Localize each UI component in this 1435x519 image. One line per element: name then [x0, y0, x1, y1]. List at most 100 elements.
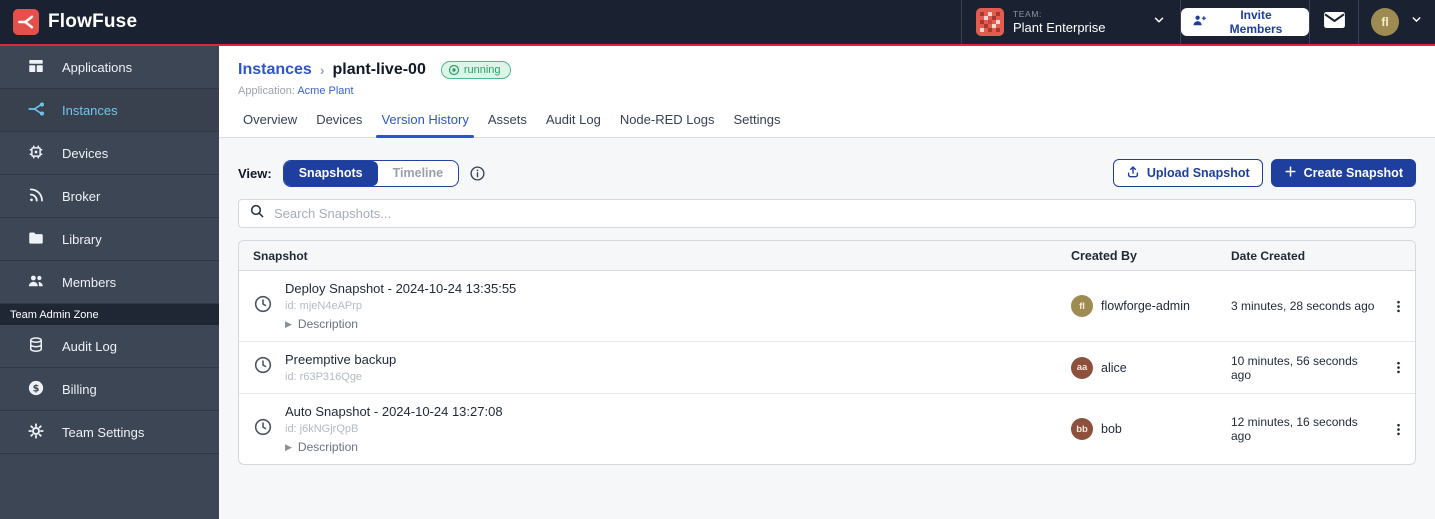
description-toggle[interactable]: ▶ Description: [285, 317, 516, 331]
gear-icon: [27, 422, 45, 443]
team-admin-zone-label: Team Admin Zone: [0, 304, 219, 325]
chevron-down-icon: [1152, 13, 1166, 32]
snapshot-title: Auto Snapshot - 2024-10-24 13:27:08: [285, 404, 503, 419]
chevron-down-icon: [1410, 13, 1423, 31]
sidebar-item-label: Instances: [62, 103, 118, 118]
avatar: bb: [1071, 418, 1093, 440]
creator-name: bob: [1101, 422, 1122, 436]
row-menu-button[interactable]: [1387, 418, 1410, 441]
create-snapshot-label: Create Snapshot: [1304, 166, 1403, 180]
application-link[interactable]: Acme Plant: [297, 85, 353, 97]
description-label: Description: [298, 317, 358, 331]
creator-name: alice: [1101, 361, 1127, 375]
tab-audit-log[interactable]: Audit Log: [541, 112, 606, 137]
search-input[interactable]: [274, 206, 1405, 221]
folder-icon: [27, 229, 45, 250]
sidebar-item-broker[interactable]: Broker: [0, 175, 219, 218]
search-snapshots: [238, 199, 1416, 228]
sidebar-filler: [0, 454, 219, 519]
sidebar-item-applications[interactable]: Applications: [0, 46, 219, 89]
sidebar-item-label: Broker: [62, 189, 100, 204]
sidebar-item-members[interactable]: Members: [0, 261, 219, 304]
table-row[interactable]: Auto Snapshot - 2024-10-24 13:27:08 id: …: [239, 394, 1415, 464]
table-row[interactable]: Preemptive backup id: r63P316Qge aa alic…: [239, 342, 1415, 394]
tab-devices[interactable]: Devices: [311, 112, 367, 137]
toggle-timeline[interactable]: Timeline: [378, 161, 458, 186]
sidebar-item-audit-log[interactable]: Audit Log: [0, 325, 219, 368]
column-header-date-created: Date Created: [1231, 249, 1381, 263]
upload-snapshot-button[interactable]: Upload Snapshot: [1113, 159, 1263, 187]
team-avatar: [976, 8, 1004, 36]
table-row[interactable]: Deploy Snapshot - 2024-10-24 13:35:55 id…: [239, 271, 1415, 342]
invite-members-button[interactable]: Invite Members: [1181, 8, 1309, 36]
sidebar-item-label: Billing: [62, 382, 97, 397]
description-label: Description: [298, 440, 358, 454]
breadcrumb-instances-link[interactable]: Instances: [238, 61, 312, 79]
plus-icon: [1284, 165, 1297, 181]
upload-snapshot-label: Upload Snapshot: [1147, 166, 1250, 180]
team-label: TEAM:: [1013, 9, 1152, 19]
tab-node-red-logs[interactable]: Node-RED Logs: [615, 112, 720, 137]
tab-bar: Overview Devices Version History Assets …: [238, 112, 1416, 137]
avatar: fl: [1071, 295, 1093, 317]
tab-assets[interactable]: Assets: [483, 112, 532, 137]
breadcrumb-separator: ›: [320, 62, 325, 78]
brand-name: FlowFuse: [48, 11, 137, 33]
caret-right-icon: ▶: [285, 442, 292, 453]
sidebar-item-billing[interactable]: $ Billing: [0, 368, 219, 411]
notifications-button[interactable]: [1310, 0, 1358, 44]
toggle-snapshots[interactable]: Snapshots: [284, 161, 378, 186]
snapshot-id: id: mjeN4eAPrp: [285, 300, 516, 312]
user-plus-icon: [1192, 13, 1207, 31]
application-label: Application:: [238, 85, 295, 97]
snapshot-id: id: j6kNGjrQpB: [285, 423, 503, 435]
caret-right-icon: ▶: [285, 319, 292, 330]
invite-members-label: Invite Members: [1214, 8, 1298, 36]
chip-icon: [27, 143, 45, 164]
row-menu-button[interactable]: [1387, 356, 1410, 379]
flowfuse-logo-icon: [13, 9, 39, 35]
status-badge-label: running: [464, 64, 501, 76]
dollar-circle-icon: $: [27, 379, 45, 400]
snapshot-title: Deploy Snapshot - 2024-10-24 13:35:55: [285, 281, 516, 296]
sidebar-item-label: Members: [62, 275, 116, 290]
sidebar-item-label: Audit Log: [62, 339, 117, 354]
sidebar-item-library[interactable]: Library: [0, 218, 219, 261]
avatar: aa: [1071, 357, 1093, 379]
row-menu-button[interactable]: [1387, 295, 1410, 318]
create-snapshot-button[interactable]: Create Snapshot: [1271, 159, 1416, 187]
sidebar-item-label: Library: [62, 232, 102, 247]
sidebar-item-devices[interactable]: Devices: [0, 132, 219, 175]
view-toggle: Snapshots Timeline: [283, 160, 459, 187]
date-created: 10 minutes, 56 seconds ago: [1231, 354, 1381, 382]
team-selector[interactable]: TEAM: Plant Enterprise: [962, 0, 1180, 44]
column-header-snapshot: Snapshot: [239, 249, 1071, 263]
brand-logo[interactable]: FlowFuse: [0, 9, 137, 35]
envelope-icon: [1323, 11, 1346, 34]
view-label: View:: [238, 166, 272, 181]
info-icon[interactable]: [469, 165, 486, 182]
user-menu[interactable]: fl: [1359, 0, 1435, 44]
sidebar-item-label: Devices: [62, 146, 108, 161]
creator-name: flowforge-admin: [1101, 299, 1190, 313]
column-header-created-by: Created By: [1071, 249, 1231, 263]
applications-icon: [27, 57, 45, 78]
top-navbar: FlowFuse TEAM: Plant Enterprise Invite M…: [0, 0, 1435, 46]
breadcrumb: Instances › plant-live-00 running: [238, 61, 1416, 79]
user-avatar: fl: [1371, 8, 1399, 36]
instances-icon: [27, 100, 45, 121]
sidebar-item-label: Team Settings: [62, 425, 144, 440]
date-created: 12 minutes, 16 seconds ago: [1231, 415, 1381, 443]
main-content: Instances › plant-live-00 running Applic…: [219, 46, 1435, 519]
sidebar-item-instances[interactable]: Instances: [0, 89, 219, 132]
rss-icon: [27, 186, 45, 207]
tab-overview[interactable]: Overview: [238, 112, 302, 137]
snapshot-title: Preemptive backup: [285, 352, 396, 367]
running-icon: [448, 64, 460, 76]
status-badge: running: [441, 61, 511, 79]
page-header: Instances › plant-live-00 running Applic…: [219, 46, 1435, 138]
description-toggle[interactable]: ▶ Description: [285, 440, 503, 454]
tab-settings[interactable]: Settings: [728, 112, 785, 137]
sidebar-item-team-settings[interactable]: Team Settings: [0, 411, 219, 454]
tab-version-history[interactable]: Version History: [376, 112, 473, 137]
